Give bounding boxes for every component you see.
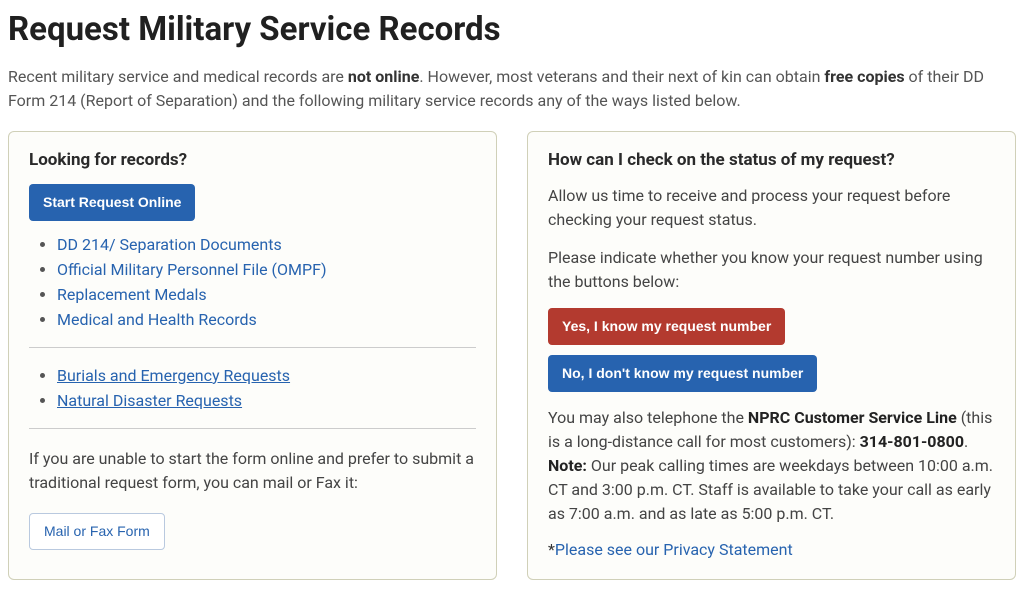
looking-for-records-card: Looking for records? Start Request Onlin… [8,131,497,580]
privacy-statement-link[interactable]: Please see our Privacy Statement [555,540,793,559]
mail-or-fax-form-button[interactable]: Mail or Fax Form [29,513,165,550]
note-label: Note: [548,456,587,475]
list-item: Official Military Personnel File (OMPF) [57,260,476,279]
left-card-heading: Looking for records? [29,150,476,170]
ompf-link[interactable]: Official Military Personnel File (OMPF) [57,260,327,279]
start-request-online-button[interactable]: Start Request Online [29,184,195,221]
phone-text: . [964,432,968,451]
divider [29,347,476,348]
no-dont-know-request-number-button[interactable]: No, I don't know my request number [548,355,817,392]
mail-fax-intro-text: If you are unable to start the form onli… [29,447,476,495]
medical-health-link[interactable]: Medical and Health Records [57,310,257,329]
dd214-link[interactable]: DD 214/ Separation Documents [57,235,282,254]
right-card-heading: How can I check on the status of my requ… [548,150,995,170]
list-item: Burials and Emergency Requests [57,366,476,385]
record-type-links: DD 214/ Separation Documents Official Mi… [57,235,476,329]
note-text: Our peak calling times are weekdays betw… [548,456,993,523]
list-item: Replacement Medals [57,285,476,304]
check-status-card: How can I check on the status of my requ… [527,131,1016,580]
special-request-links: Burials and Emergency Requests Natural D… [57,366,476,410]
phone-info-paragraph: You may also telephone the NPRC Customer… [548,406,995,526]
list-item: Medical and Health Records [57,310,476,329]
page-title: Request Military Service Records [8,10,1016,49]
privacy-asterisk: * [548,540,555,559]
intro-free-copies: free copies [824,67,904,86]
intro-not-online: not online [348,67,419,86]
replacement-medals-link[interactable]: Replacement Medals [57,285,207,304]
natural-disaster-link[interactable]: Natural Disaster Requests [57,391,242,410]
phone-number: 314-801-0800 [860,432,964,451]
intro-paragraph: Recent military service and medical reco… [8,65,1016,113]
status-para-2: Please indicate whether you know your re… [548,246,995,294]
status-para-1: Allow us time to receive and process you… [548,184,995,232]
burials-emergency-link[interactable]: Burials and Emergency Requests [57,366,290,385]
intro-text: Recent military service and medical reco… [8,67,348,86]
yes-know-request-number-button[interactable]: Yes, I know my request number [548,308,785,345]
list-item: Natural Disaster Requests [57,391,476,410]
phone-text: You may also telephone the [548,408,748,427]
privacy-line: *Please see our Privacy Statement [548,540,995,559]
intro-text: . However, most veterans and their next … [419,67,824,86]
nprc-service-line-label: NPRC Customer Service Line [748,408,957,427]
divider [29,428,476,429]
list-item: DD 214/ Separation Documents [57,235,476,254]
